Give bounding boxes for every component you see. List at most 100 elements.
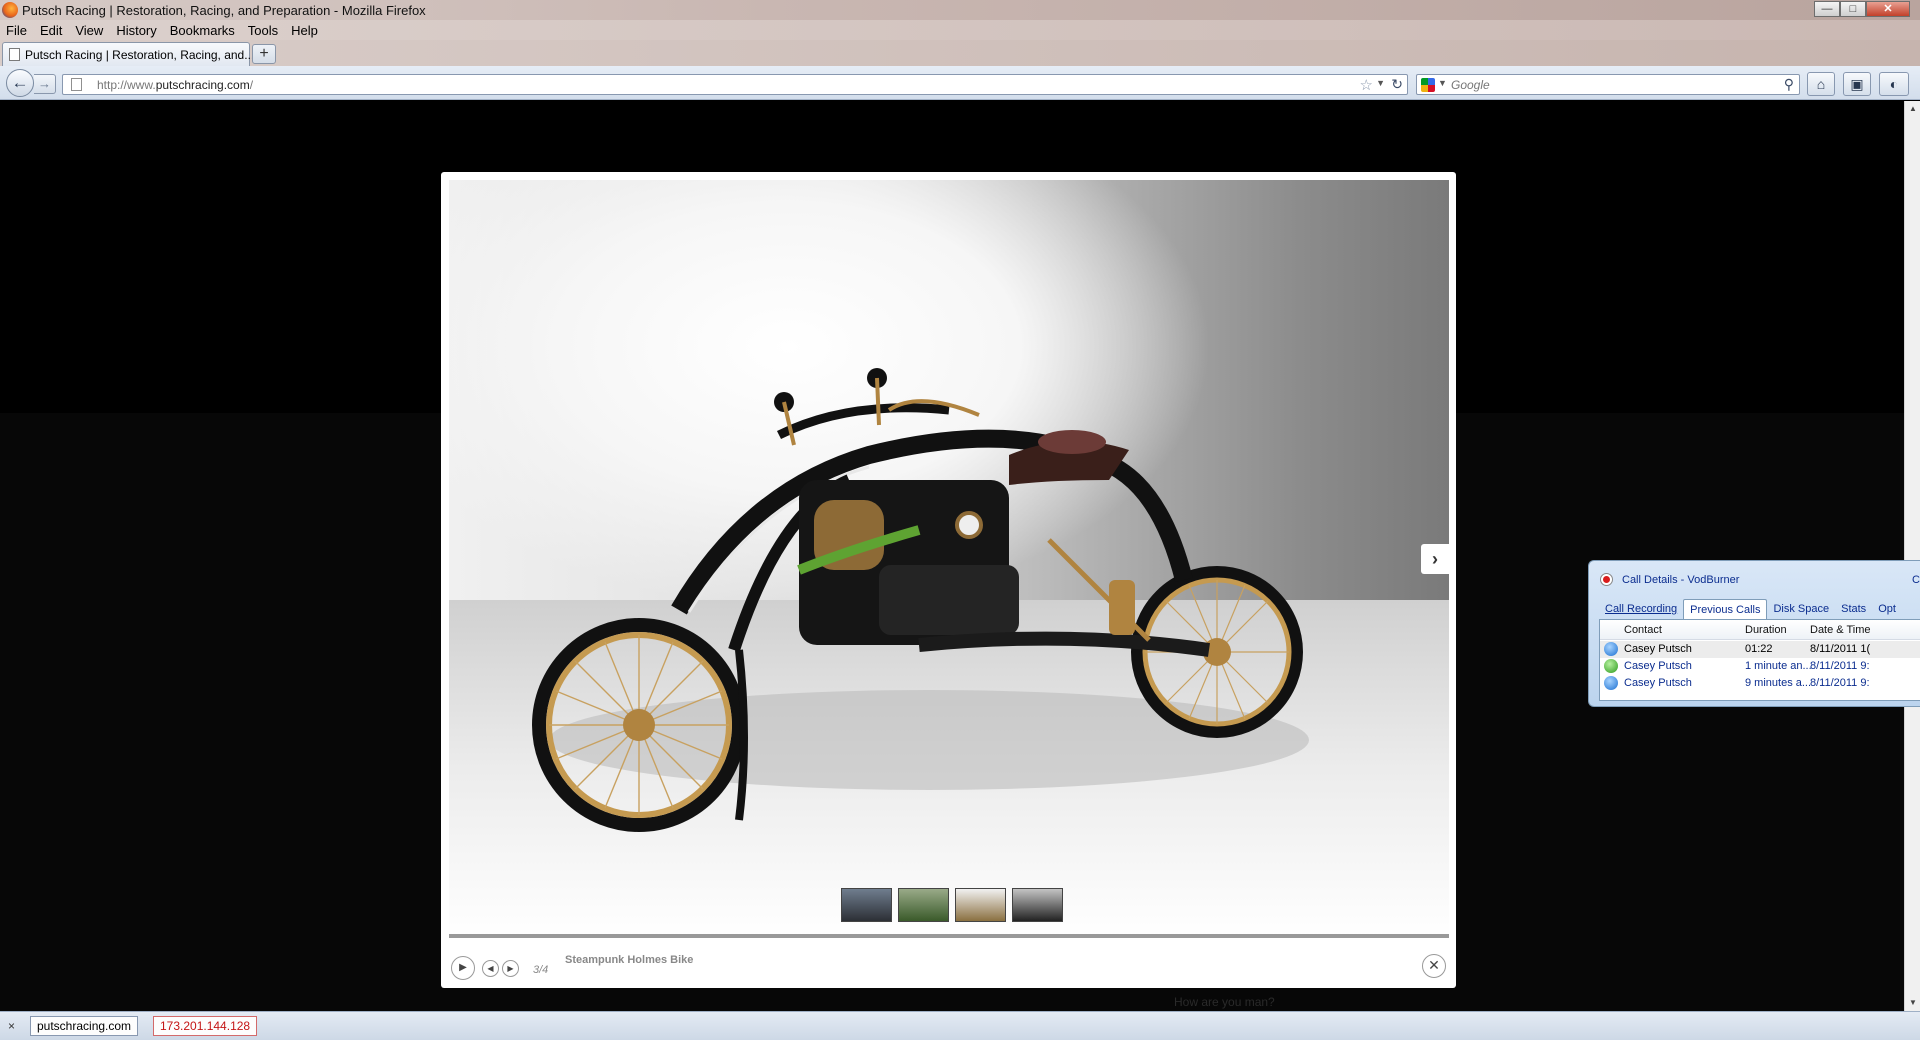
globe-icon: ◐ bbox=[1889, 76, 1899, 92]
column-contact[interactable]: Contact bbox=[1624, 624, 1662, 636]
call-in-icon bbox=[1604, 642, 1618, 656]
menu-bar: File Edit View History Bookmarks Tools H… bbox=[0, 20, 1920, 40]
status-domain[interactable]: putschracing.com bbox=[30, 1016, 139, 1036]
call-contact: Casey Putsch bbox=[1624, 660, 1692, 672]
call-datetime: 8/11/2011 1( bbox=[1810, 643, 1871, 655]
bookmark-star-icon[interactable]: ☆ bbox=[1360, 76, 1373, 94]
thumbnail-2[interactable] bbox=[898, 888, 949, 922]
call-row[interactable]: Casey Putsch 9 minutes a... 8/11/2011 9: bbox=[1600, 675, 1920, 692]
image-counter: 3/4 bbox=[533, 964, 549, 976]
call-in-icon bbox=[1604, 676, 1618, 690]
image-caption: Steampunk Holmes Bike bbox=[565, 954, 694, 966]
chevron-right-icon: ▶ bbox=[507, 964, 514, 973]
scroll-up-arrow[interactable]: ▲ bbox=[1905, 101, 1920, 117]
search-icon[interactable]: ⚲ bbox=[1784, 76, 1794, 93]
tab-disk-space[interactable]: Disk Space bbox=[1767, 599, 1835, 619]
lightbox: › ▶ ◀ ▶ 3/4 Steampunk Holmes Bike ✕ bbox=[441, 172, 1456, 988]
call-duration: 9 minutes a... bbox=[1745, 677, 1812, 689]
record-icon[interactable] bbox=[1600, 573, 1613, 586]
maximize-button[interactable]: □ bbox=[1840, 1, 1866, 17]
back-button[interactable]: ← bbox=[6, 69, 34, 97]
lightbox-controls: ▶ ◀ ▶ 3/4 Steampunk Holmes Bike ✕ bbox=[449, 950, 1449, 980]
tab-strip: Putsch Racing | Restoration, Racing, and… bbox=[0, 40, 1920, 66]
obscured-page-text: How are you man? bbox=[1174, 995, 1275, 1009]
play-icon: ▶ bbox=[459, 962, 467, 973]
close-window-button[interactable]: ✕ bbox=[1866, 1, 1910, 17]
addon-button[interactable]: ▣ bbox=[1843, 72, 1871, 96]
navigation-toolbar: ← → http://www.putschracing.com/ ☆ ▼ ↻ ▼… bbox=[0, 66, 1920, 100]
menu-help[interactable]: Help bbox=[291, 23, 318, 38]
forward-button[interactable]: → bbox=[34, 74, 56, 94]
close-icon: ✕ bbox=[1428, 957, 1440, 973]
search-bar[interactable]: ▼ Google ⚲ bbox=[1416, 74, 1800, 95]
menu-bookmarks[interactable]: Bookmarks bbox=[170, 23, 235, 38]
status-ip-address[interactable]: 173.201.144.128 bbox=[153, 1016, 258, 1036]
home-icon: ⌂ bbox=[1816, 76, 1826, 92]
search-input[interactable]: Google bbox=[1451, 78, 1490, 92]
window-controls: — □ ✕ bbox=[1814, 1, 1910, 17]
tab-options[interactable]: Opt bbox=[1872, 599, 1902, 619]
status-close-icon[interactable]: × bbox=[8, 1019, 15, 1033]
tab-call-recording[interactable]: Call Recording bbox=[1599, 599, 1683, 619]
search-engine-dropdown-icon[interactable]: ▼ bbox=[1438, 78, 1447, 88]
vodburner-title-overflow: C bbox=[1912, 574, 1920, 586]
thumbnail-strip bbox=[841, 888, 1063, 922]
previous-image-button[interactable]: ◀ bbox=[482, 960, 499, 977]
window-title: Putsch Racing | Restoration, Racing, and… bbox=[22, 3, 426, 18]
slideshow-play-button[interactable]: ▶ bbox=[451, 956, 475, 980]
call-duration: 1 minute an... bbox=[1745, 660, 1812, 672]
thumbnail-3[interactable] bbox=[955, 888, 1006, 922]
call-contact: Casey Putsch bbox=[1624, 643, 1692, 655]
chevron-right-icon: › bbox=[1432, 549, 1438, 569]
lightbox-progress-bar bbox=[449, 934, 1449, 938]
google-engine-icon[interactable] bbox=[1421, 78, 1435, 92]
menu-tools[interactable]: Tools bbox=[248, 23, 278, 38]
scroll-down-arrow[interactable]: ▼ bbox=[1905, 995, 1920, 1011]
vodburner-call-details-panel: Call Details - VodBurner C Call Recordin… bbox=[1588, 560, 1920, 707]
vodburner-title: Call Details - VodBurner bbox=[1622, 574, 1740, 586]
column-date-time[interactable]: Date & Time bbox=[1810, 624, 1871, 636]
next-image-button[interactable]: ▶ bbox=[502, 960, 519, 977]
motorcycle-illustration bbox=[532, 368, 1309, 832]
reload-icon[interactable]: ↻ bbox=[1391, 76, 1403, 93]
vodburner-tabs: Call Recording Previous Calls Disk Space… bbox=[1599, 599, 1920, 619]
call-datetime: 8/11/2011 9: bbox=[1810, 660, 1870, 672]
url-history-dropdown-icon[interactable]: ▼ bbox=[1376, 78, 1385, 88]
thumbnail-1[interactable] bbox=[841, 888, 892, 922]
tab-stats[interactable]: Stats bbox=[1835, 599, 1872, 619]
url-text[interactable]: http://www.putschracing.com/ bbox=[97, 78, 253, 92]
call-out-icon bbox=[1604, 659, 1618, 673]
previous-calls-list[interactable]: Contact Duration Date & Time Casey Putsc… bbox=[1599, 619, 1920, 701]
call-row[interactable]: Casey Putsch 01:22 8/11/2011 1( bbox=[1600, 641, 1920, 658]
menu-view[interactable]: View bbox=[75, 23, 103, 38]
page-icon bbox=[9, 48, 20, 61]
menu-edit[interactable]: Edit bbox=[40, 23, 62, 38]
column-duration[interactable]: Duration bbox=[1745, 624, 1787, 636]
vertical-scrollbar[interactable]: ▲ ▼ bbox=[1904, 101, 1920, 1011]
home-button[interactable]: ⌂ bbox=[1807, 72, 1835, 96]
call-contact: Casey Putsch bbox=[1624, 677, 1692, 689]
url-bar[interactable]: http://www.putschracing.com/ ☆ ▼ ↻ bbox=[62, 74, 1408, 95]
next-image-arrow[interactable]: › bbox=[1421, 544, 1449, 574]
firefox-logo-icon bbox=[2, 2, 18, 18]
extension-button[interactable]: ◐ bbox=[1879, 72, 1909, 96]
title-bar: Putsch Racing | Restoration, Racing, and… bbox=[0, 0, 1920, 20]
menu-history[interactable]: History bbox=[116, 23, 156, 38]
menu-file[interactable]: File bbox=[6, 23, 27, 38]
list-header: Contact Duration Date & Time bbox=[1600, 620, 1920, 640]
lightbox-photo-steampunk-bike[interactable] bbox=[449, 180, 1449, 938]
call-duration: 01:22 bbox=[1745, 643, 1773, 655]
call-datetime: 8/11/2011 9: bbox=[1810, 677, 1870, 689]
thumbnail-4[interactable] bbox=[1012, 888, 1063, 922]
new-tab-button[interactable]: + bbox=[252, 44, 276, 64]
minimize-button[interactable]: — bbox=[1814, 1, 1840, 17]
status-bar: × putschracing.com 173.201.144.128 bbox=[0, 1011, 1920, 1040]
tab-label: Putsch Racing | Restoration, Racing, and… bbox=[25, 48, 255, 62]
chevron-left-icon: ◀ bbox=[487, 964, 494, 973]
site-identity-icon[interactable] bbox=[71, 78, 82, 91]
tab-putsch-racing[interactable]: Putsch Racing | Restoration, Racing, and… bbox=[2, 42, 254, 66]
puzzle-icon: ▣ bbox=[1850, 76, 1864, 92]
tab-previous-calls[interactable]: Previous Calls bbox=[1683, 599, 1768, 619]
lightbox-close-button[interactable]: ✕ bbox=[1422, 954, 1446, 978]
call-row[interactable]: Casey Putsch 1 minute an... 8/11/2011 9: bbox=[1600, 658, 1920, 675]
